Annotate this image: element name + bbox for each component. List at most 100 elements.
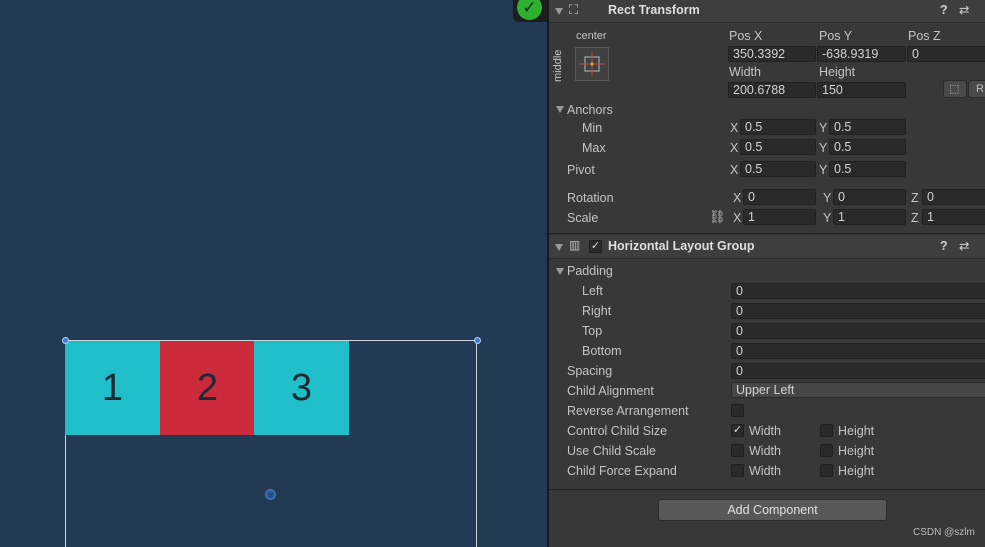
reverse-arrangement-checkbox[interactable] <box>731 404 744 417</box>
scene-view[interactable]: 1 2 3 ✓ <box>0 0 547 547</box>
force-expand-height-checkbox[interactable] <box>820 464 833 477</box>
help-icon[interactable]: ? <box>940 239 948 253</box>
rotation-y-field[interactable]: 0 <box>833 189 906 205</box>
section-divider <box>549 489 985 490</box>
cell-label: 1 <box>101 366 124 409</box>
add-component-button[interactable]: Add Component <box>658 499 887 521</box>
control-size-width-label: Width <box>749 424 781 438</box>
padding-fold-arrow-icon[interactable] <box>556 268 564 275</box>
width-field[interactable]: 200.6788 <box>728 82 816 98</box>
pivot-x-field[interactable]: 0.5 <box>740 161 816 177</box>
axis-x-label: X <box>733 191 742 205</box>
link-icon[interactable]: ⛓ <box>709 209 726 225</box>
section-divider <box>549 233 985 234</box>
padding-right-label: Right <box>582 304 612 318</box>
help-icon[interactable]: ? <box>940 3 948 17</box>
watermark-text: CSDN @szlm <box>913 527 975 538</box>
padding-top-label: Top <box>582 324 603 338</box>
height-field[interactable]: 150 <box>817 82 906 98</box>
anchor-min-y-field[interactable]: 0.5 <box>829 119 906 135</box>
layout-group-header[interactable]: ▥ ✓ Horizontal Layout Group ? ⇄ <box>549 236 985 259</box>
padding-top-field[interactable]: 0 <box>731 323 985 339</box>
inspector-panel: ⛶ Rect Transform ? ⇄ center middle Pos X… <box>549 0 985 547</box>
anchor-preset-top-label: center <box>576 30 607 42</box>
rotation-x-field[interactable]: 0 <box>743 189 816 205</box>
pos-y-label: Pos Y <box>819 29 853 43</box>
pivot-label: Pivot <box>567 163 595 177</box>
layout-cell-3[interactable]: 3 <box>254 341 349 435</box>
component-title: Rect Transform <box>608 3 700 17</box>
raw-edit-button[interactable]: R <box>968 80 985 98</box>
cell-label: 3 <box>290 366 313 409</box>
use-scale-width-checkbox[interactable] <box>731 444 744 457</box>
height-label: Height <box>819 65 856 79</box>
pos-x-field[interactable]: 350.3392 <box>728 46 816 62</box>
component-title: Horizontal Layout Group <box>608 239 755 253</box>
padding-label[interactable]: Padding <box>567 264 613 278</box>
scale-x-field[interactable]: 1 <box>743 209 816 225</box>
force-expand-width-label: Width <box>749 464 781 478</box>
settings-sliders-icon[interactable]: ⇄ <box>959 2 969 17</box>
padding-bottom-field[interactable]: 0 <box>731 343 985 359</box>
rect-transform-header[interactable]: ⛶ Rect Transform ? ⇄ <box>549 0 985 23</box>
axis-z-label: Z <box>911 191 919 205</box>
layout-cell-1[interactable]: 1 <box>65 341 160 435</box>
spacing-field[interactable]: 0 <box>731 363 985 379</box>
layout-cell-2[interactable]: 2 <box>160 341 255 435</box>
corner-handle-top-right[interactable] <box>474 337 481 344</box>
force-expand-height-label: Height <box>838 464 875 478</box>
anchor-preset-button[interactable] <box>575 47 609 81</box>
component-enabled-checkbox[interactable]: ✓ <box>589 240 602 253</box>
rotation-z-field[interactable]: 0 <box>922 189 985 205</box>
use-child-scale-label: Use Child Scale <box>567 444 656 458</box>
control-size-height-checkbox[interactable] <box>820 424 833 437</box>
width-label: Width <box>729 65 761 79</box>
collapse-arrow-icon[interactable] <box>555 8 563 15</box>
child-alignment-value: Upper Left <box>736 383 795 397</box>
pos-y-field[interactable]: -638.9319 <box>817 46 906 62</box>
anchor-max-y-field[interactable]: 0.5 <box>829 139 906 155</box>
checkmark-circle-icon: ✓ <box>517 0 542 20</box>
corner-handle-top-left[interactable] <box>62 337 69 344</box>
axis-y-label: Y <box>819 163 828 177</box>
max-label: Max <box>582 141 606 155</box>
control-size-width-checkbox[interactable]: ✓ <box>731 424 744 437</box>
axis-x-label: X <box>730 141 739 155</box>
pivot-handle[interactable] <box>265 489 276 500</box>
force-expand-width-checkbox[interactable] <box>731 464 744 477</box>
pos-z-label: Pos Z <box>908 29 941 43</box>
use-scale-height-checkbox[interactable] <box>820 444 833 457</box>
anchors-fold-arrow-icon[interactable] <box>556 106 564 113</box>
axis-y-label: Y <box>819 141 828 155</box>
anchor-preset-side-label: middle <box>552 49 564 82</box>
settings-sliders-icon[interactable]: ⇄ <box>959 238 969 253</box>
cell-label: 2 <box>196 366 219 409</box>
scale-z-field[interactable]: 1 <box>922 209 985 225</box>
pos-x-label: Pos X <box>729 29 763 43</box>
control-size-height-label: Height <box>838 424 875 438</box>
control-child-size-label: Control Child Size <box>567 424 668 438</box>
min-label: Min <box>582 121 603 135</box>
blueprint-icon: ⬚ <box>949 83 960 95</box>
child-alignment-dropdown[interactable]: Upper Left <box>731 382 985 398</box>
axis-y-label: Y <box>823 191 832 205</box>
padding-left-field[interactable]: 0 <box>731 283 985 299</box>
padding-right-field[interactable]: 0 <box>731 303 985 319</box>
scale-label: Scale <box>567 211 599 225</box>
anchors-label[interactable]: Anchors <box>567 103 613 117</box>
horizontal-layout-icon: ▥ <box>569 238 580 252</box>
collapse-arrow-icon[interactable] <box>555 244 563 251</box>
spacing-label: Spacing <box>567 364 613 378</box>
pos-z-field[interactable]: 0 <box>907 46 985 62</box>
scale-y-field[interactable]: 1 <box>833 209 906 225</box>
child-force-expand-label: Child Force Expand <box>567 464 677 478</box>
axis-y-label: Y <box>819 121 828 135</box>
anchor-max-x-field[interactable]: 0.5 <box>740 139 816 155</box>
blueprint-mode-button[interactable]: ⬚ <box>943 80 967 98</box>
pivot-y-field[interactable]: 0.5 <box>829 161 906 177</box>
status-badge: ✓ <box>513 0 547 22</box>
axis-x-label: X <box>730 121 739 135</box>
anchor-min-x-field[interactable]: 0.5 <box>740 119 816 135</box>
reverse-arrangement-label: Reverse Arrangement <box>567 404 689 418</box>
padding-bottom-label: Bottom <box>582 344 622 358</box>
